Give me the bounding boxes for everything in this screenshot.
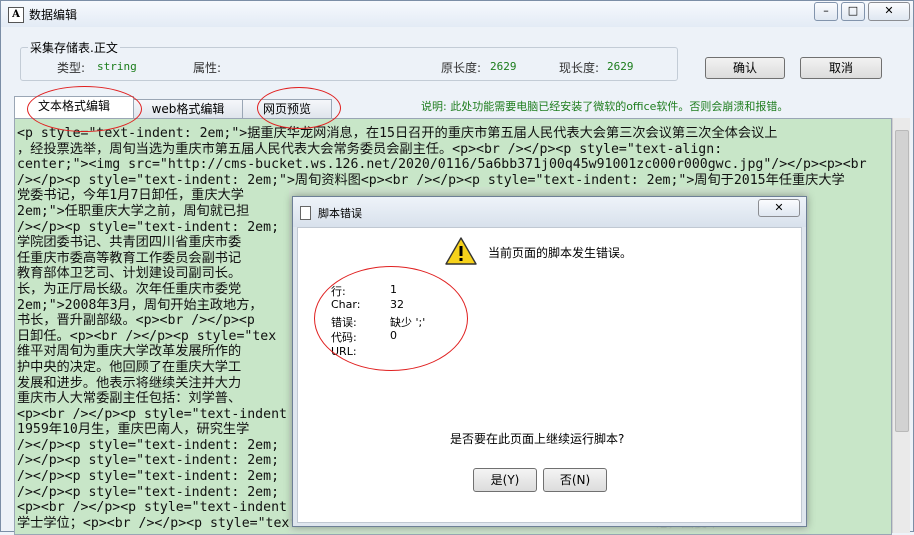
title-bar[interactable]: A 数据编辑 – □ ✕ — [1, 1, 913, 27]
storage-group-title: 采集存储表.正文 — [28, 39, 120, 56]
app-icon: A — [8, 7, 24, 23]
cancel-button[interactable]: 取消 — [800, 57, 882, 79]
document-icon — [300, 206, 311, 220]
info-char-key: Char: — [331, 298, 361, 311]
attribute-label: 属性: — [193, 61, 222, 75]
yes-button[interactable]: 是(Y) — [473, 468, 537, 492]
confirm-button[interactable]: 确认 — [705, 57, 785, 79]
no-button[interactable]: 否(N) — [543, 468, 607, 492]
window-title: 数据编辑 — [29, 8, 78, 22]
type-label: 类型: — [57, 61, 86, 75]
info-line-value: 1 — [390, 283, 397, 296]
info-error-key: 错误: — [331, 316, 357, 329]
maximize-icon[interactable]: □ — [841, 2, 865, 21]
data-edit-window: A 数据编辑 – □ ✕ 采集存储表.正文 类型: string 属性: 原长度… — [0, 0, 914, 535]
original-length-label: 原长度: — [441, 61, 482, 75]
office-requirement-note: 说明: 此处功能需要电脑已经安装了微软的office软件。否则会崩溃和报错。 — [421, 100, 789, 113]
error-message: 当前页面的脚本发生错误。 — [488, 246, 633, 260]
continue-question: 是否要在此页面上继续运行脚本? — [450, 432, 625, 446]
info-code-value: 0 — [390, 329, 397, 342]
dialog-close-icon[interactable]: ✕ — [758, 199, 800, 217]
info-line-key: 行: — [331, 285, 346, 298]
dialog-title: 脚本错误 — [318, 207, 362, 220]
warning-icon — [445, 237, 477, 265]
close-icon[interactable]: ✕ — [868, 2, 910, 21]
scrollbar-thumb[interactable] — [895, 130, 909, 432]
info-error-value: 缺少 ';' — [390, 316, 426, 329]
tab-web-preview[interactable]: 网页预览 — [242, 99, 332, 118]
current-length-value: 2629 — [607, 60, 634, 73]
original-length-value: 2629 — [490, 60, 517, 73]
vertical-scrollbar[interactable] — [892, 118, 910, 533]
dialog-title-bar[interactable]: 脚本错误 ✕ — [293, 197, 806, 227]
info-url-key: URL: — [331, 345, 357, 358]
tab-web-format[interactable]: web格式编辑 — [133, 99, 243, 118]
current-length-label: 现长度: — [559, 61, 600, 75]
dialog-body: 当前页面的脚本发生错误。 行: 1 Char: 32 错误: 缺少 ';' 代码… — [297, 227, 802, 523]
type-value: string — [97, 60, 137, 73]
info-char-value: 32 — [390, 298, 404, 311]
info-code-key: 代码: — [331, 331, 357, 344]
tab-text-format[interactable]: 文本格式编辑 — [14, 96, 134, 119]
minimize-icon[interactable]: – — [814, 2, 838, 21]
script-error-dialog: 脚本错误 ✕ 当前页面的脚本发生错误。 行: 1 Char: 32 错误: 缺少… — [292, 196, 807, 527]
